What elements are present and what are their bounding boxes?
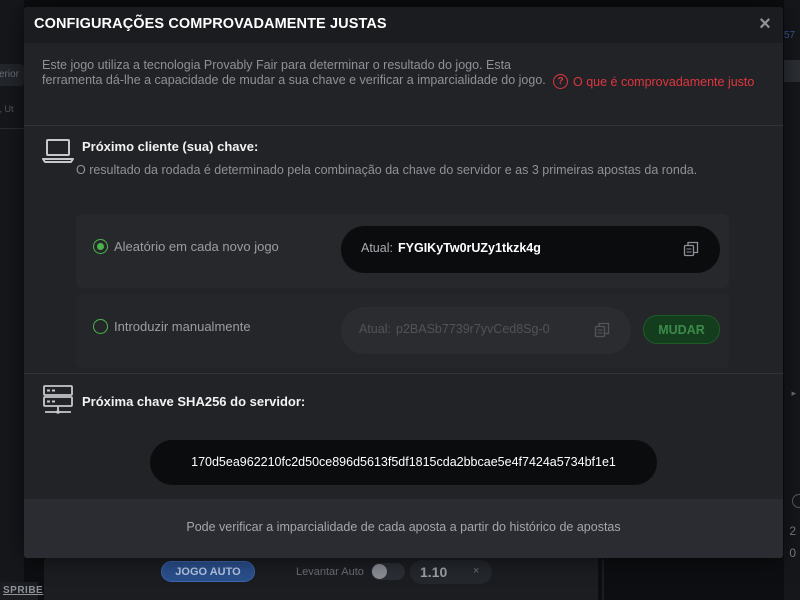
background-left-panel	[0, 0, 24, 600]
background-bet-panel	[44, 556, 604, 600]
server-seed-hash: 170d5ea962210fc2d50ce896d5613f5df1815cda…	[150, 440, 657, 485]
random-seed-label: Aleatório em cada novo jogo	[114, 239, 279, 254]
server-icon	[43, 385, 73, 414]
jogo-auto-button[interactable]: JOGO AUTO	[161, 561, 255, 582]
auto-cashout-multiplier-input[interactable]: 1.10	[410, 560, 492, 584]
client-seed-section: Próximo cliente (sua) chave: O resultado…	[24, 125, 783, 373]
modal-title: CONFIGURAÇÕES COMPROVADAMENTE JUSTAS	[34, 16, 387, 32]
client-seed-title: Próximo cliente (sua) chave:	[82, 139, 259, 154]
radio-unchecked-icon	[93, 319, 108, 334]
server-seed-section: Próxima chave SHA256 do servidor: 170d5e…	[24, 373, 783, 499]
manual-seed-label: Introduzir manualmente	[114, 319, 251, 334]
background-bet-panel-divider	[598, 556, 602, 600]
manual-seed-option: Introduzir manualmente Atual: p2BASb7739…	[76, 294, 729, 368]
background-left-divider	[0, 128, 24, 129]
what-is-provably-fair-link[interactable]: ? O que é comprovadamente justo	[553, 74, 754, 89]
laptop-icon	[42, 139, 74, 163]
background-right-number: 2	[789, 524, 796, 538]
current-seed-value: FYGIKyTw0rUZy1tkzk4g	[398, 241, 541, 255]
intro-text: Este jogo utiliza a tecnologia Provably …	[42, 58, 546, 87]
brand-logo: SPRIBE	[0, 582, 43, 600]
background-right-circle-icon[interactable]	[792, 494, 800, 508]
background-right-bar	[784, 60, 800, 82]
background-right-panel	[784, 0, 800, 600]
manual-seed-radio[interactable]: Introduzir manualmente	[93, 319, 251, 334]
close-icon[interactable]: ×	[756, 14, 774, 34]
background-left-tab[interactable]: iterior	[0, 64, 24, 86]
modal-footer-text: Pode verificar a imparcialidade de cada …	[24, 499, 783, 558]
current-client-seed: Atual: FYGIKyTw0rUZy1tkzk4g	[341, 226, 720, 273]
radio-checked-icon	[93, 239, 108, 254]
background-left-search[interactable]: ar, Ut	[0, 100, 24, 120]
change-seed-button[interactable]: MUDAR	[643, 315, 720, 344]
current-seed-prefix: Atual:	[361, 241, 393, 255]
modal-header: CONFIGURAÇÕES COMPROVADAMENTE JUSTAS ×	[24, 7, 783, 43]
help-link-label: O que é comprovadamente justo	[573, 74, 755, 89]
levantar-auto-label: Levantar Auto	[296, 566, 364, 578]
levantar-auto-toggle-knob	[372, 564, 387, 579]
manual-seed-value: p2BASb7739r7yvCed8Sg-0	[396, 322, 550, 336]
background-right-top-text: 57	[784, 30, 796, 41]
manual-seed-prefix: Atual:	[359, 322, 391, 336]
copy-icon[interactable]	[683, 241, 699, 257]
background-right-number: 0	[789, 546, 796, 560]
random-seed-option: Aleatório em cada novo jogo Atual: FYGIK…	[76, 214, 729, 288]
provably-fair-modal: CONFIGURAÇÕES COMPROVADAMENTE JUSTAS × E…	[24, 7, 783, 558]
background-right-arrow-icon: ▸	[791, 388, 796, 398]
manual-seed-input[interactable]: Atual: p2BASb7739r7yvCed8Sg-0	[341, 307, 631, 354]
copy-icon[interactable]	[594, 322, 610, 338]
server-seed-title: Próxima chave SHA256 do servidor:	[82, 394, 306, 409]
client-seed-description: O resultado da rodada é determinado pela…	[76, 163, 698, 177]
clear-multiplier-icon[interactable]: ×	[473, 565, 479, 577]
question-circle-icon: ?	[553, 74, 568, 89]
random-seed-radio[interactable]: Aleatório em cada novo jogo	[93, 239, 279, 254]
